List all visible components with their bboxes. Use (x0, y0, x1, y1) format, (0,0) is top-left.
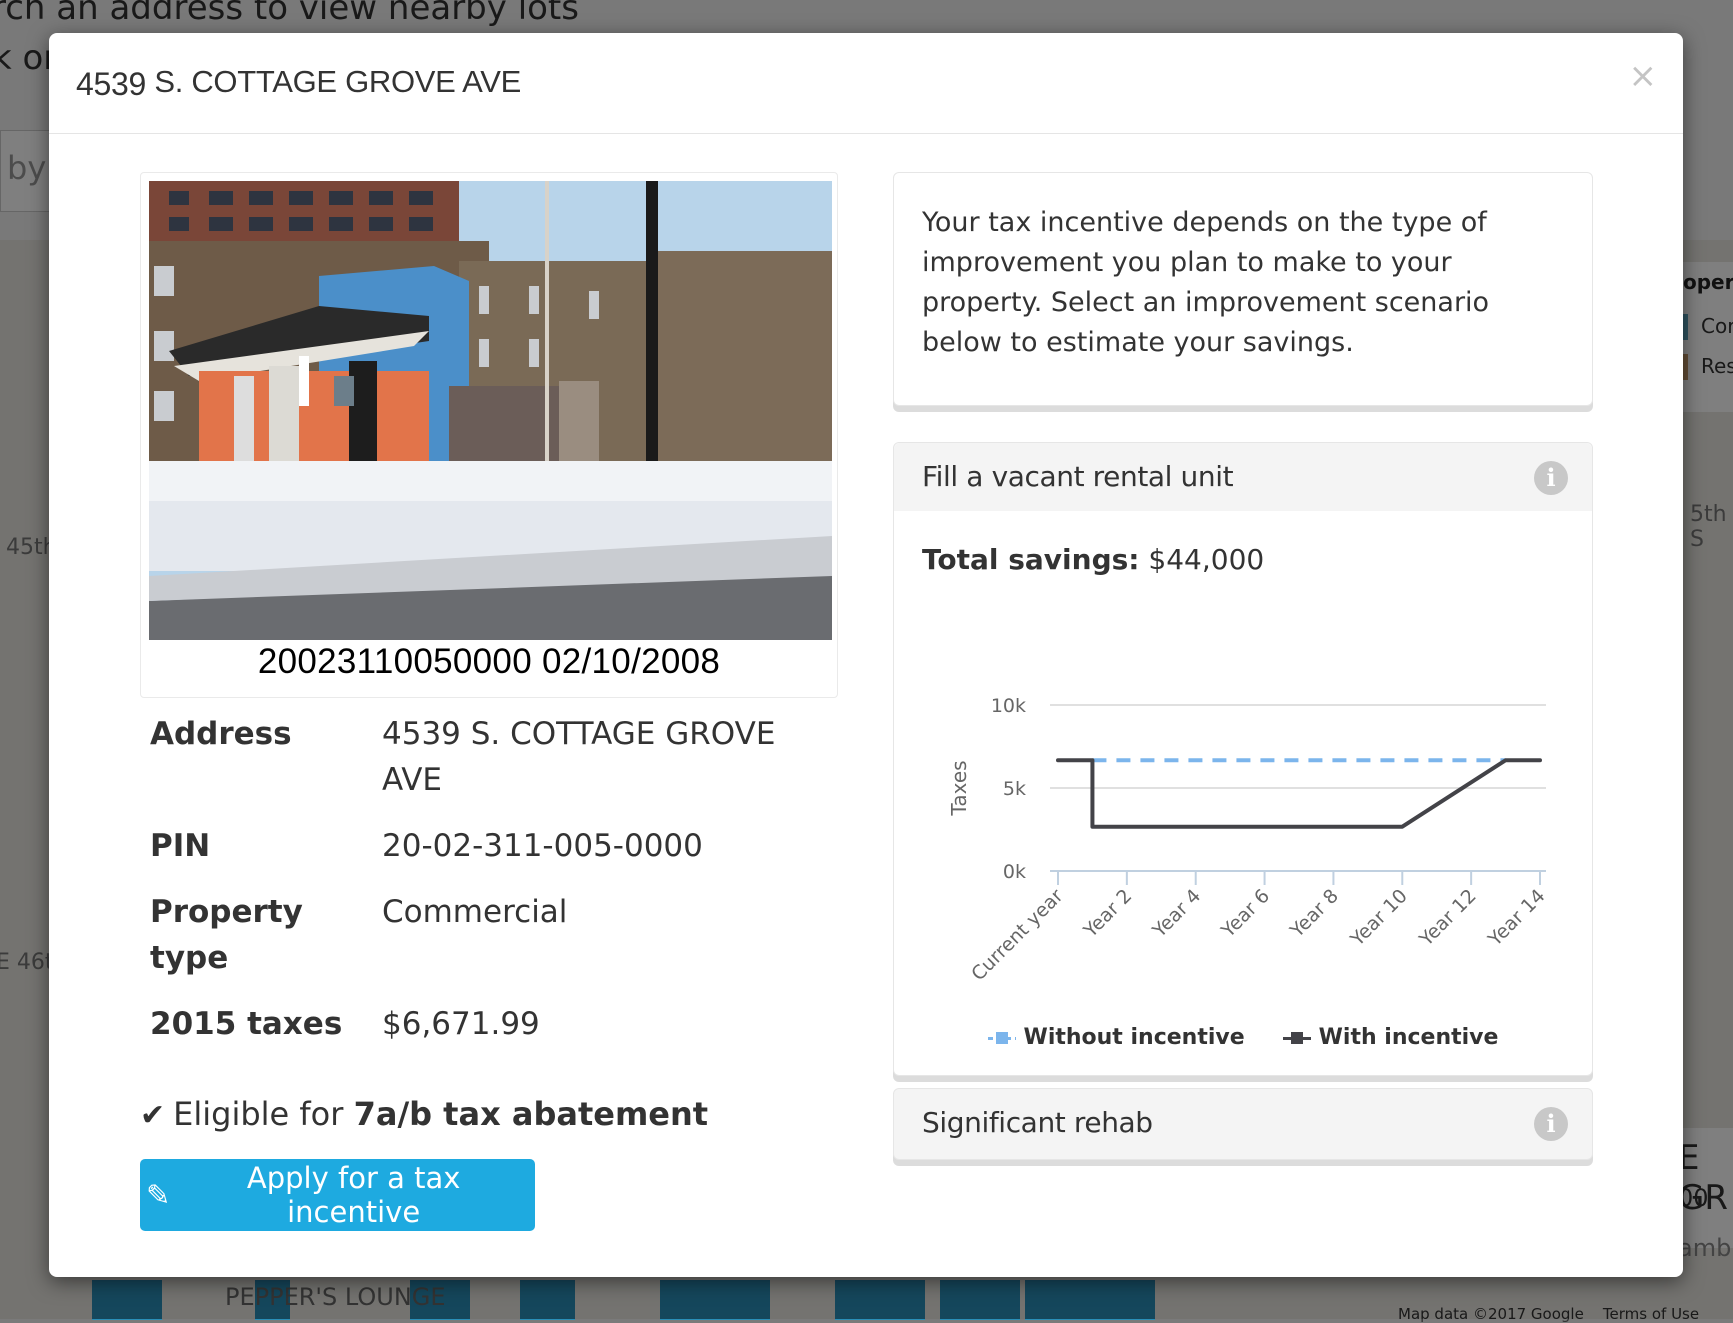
scenario-title: Significant rehab (922, 1106, 1153, 1139)
property-details-table: Address 4539 S. COTTAGE GROVE AVE PIN 20… (150, 711, 830, 1067)
taxes-chart: 0k5k10kTaxesCurrent year Year 2 Year 4 Year… (947, 695, 1550, 985)
check-icon: ✔ (140, 1098, 166, 1133)
x-tick-label: Year 8 (1285, 885, 1343, 943)
scenario-title: Fill a vacant rental unit (922, 460, 1234, 493)
y-tick-label: 10k (991, 695, 1026, 717)
total-savings: Total savings: $44,000 (922, 543, 1265, 576)
title-street-name: S. COTTAGE GROVE AVE (154, 64, 521, 99)
detail-label: PIN (150, 828, 211, 864)
x-tick-label: Current year (967, 885, 1067, 985)
legend-item-with-incentive[interactable]: With incentive (1282, 1025, 1498, 1050)
pencil-icon: ✎ (146, 1178, 171, 1212)
eligibility-notice: ✔ Eligible for 7a/b tax abatement (140, 1095, 709, 1133)
detail-label: Address (150, 716, 292, 752)
modal-header: 4539 S. COTTAGE GROVE AVE × (49, 33, 1683, 134)
detail-value: $6,671.99 (382, 1006, 540, 1042)
info-icon[interactable]: i (1534, 461, 1568, 495)
property-photo (149, 181, 832, 640)
detail-label: Property type (150, 894, 303, 976)
x-tick-label: Year 6 (1217, 885, 1275, 943)
legend-symbol (1282, 1031, 1311, 1045)
detail-row-property-type: Property type Commercial (150, 889, 830, 981)
intro-text: Your tax incentive depends on the type o… (922, 207, 1490, 358)
series-line-with-incentive (1056, 758, 1542, 829)
detail-row-pin: PIN 20-02-311-005-0000 (150, 823, 830, 869)
legend-symbol (987, 1031, 1016, 1045)
y-tick-label: 5k (1003, 778, 1026, 800)
x-tick-label: Year 12 (1415, 885, 1481, 951)
info-icon[interactable]: i (1534, 1107, 1568, 1141)
title-street-number: 4539 (76, 66, 146, 102)
modal-title: 4539 S. COTTAGE GROVE AVE (76, 63, 521, 102)
x-tick-label: Year 10 (1346, 885, 1412, 951)
detail-label: 2015 taxes (150, 1006, 343, 1042)
detail-value: 4539 S. COTTAGE GROVE AVE (382, 716, 776, 798)
eligible-program: 7a/b tax abatement (353, 1095, 709, 1133)
x-tick-label: Year 14 (1483, 885, 1549, 951)
y-tick-label: 0k (1003, 861, 1026, 883)
chart-legend: Without incentive With incentive (894, 1025, 1592, 1050)
scenario-panel-significant-rehab[interactable]: Significant rehab i (893, 1088, 1593, 1160)
x-tick-label: Year 2 (1079, 885, 1137, 943)
intro-panel: Your tax incentive depends on the type o… (893, 172, 1593, 406)
detail-value: 20-02-311-005-0000 (382, 828, 703, 864)
apply-tax-incentive-button[interactable]: ✎ Apply for a tax incentive (140, 1159, 535, 1231)
detail-row-taxes: 2015 taxes $6,671.99 (150, 1001, 830, 1047)
property-photo-card: 20023110050000 02/10/2008 (140, 172, 838, 698)
total-savings-value: $44,000 (1148, 543, 1265, 576)
legend-item-without-incentive[interactable]: Without incentive (987, 1025, 1245, 1050)
y-axis-title: Taxes (947, 760, 971, 816)
property-photo-image (149, 181, 832, 640)
photo-caption: 20023110050000 02/10/2008 (257, 642, 721, 681)
detail-row-address: Address 4539 S. COTTAGE GROVE AVE (150, 711, 830, 803)
scenario-header[interactable]: Fill a vacant rental unit i (894, 443, 1592, 511)
detail-value: Commercial (382, 894, 568, 930)
x-tick-label: Year 4 (1148, 885, 1206, 943)
property-modal: 4539 S. COTTAGE GROVE AVE × 200231100500… (49, 33, 1683, 1277)
scenario-panel-fill-vacant-unit: Fill a vacant rental unit i Total saving… (893, 442, 1593, 1076)
close-button[interactable]: × (1629, 59, 1658, 93)
